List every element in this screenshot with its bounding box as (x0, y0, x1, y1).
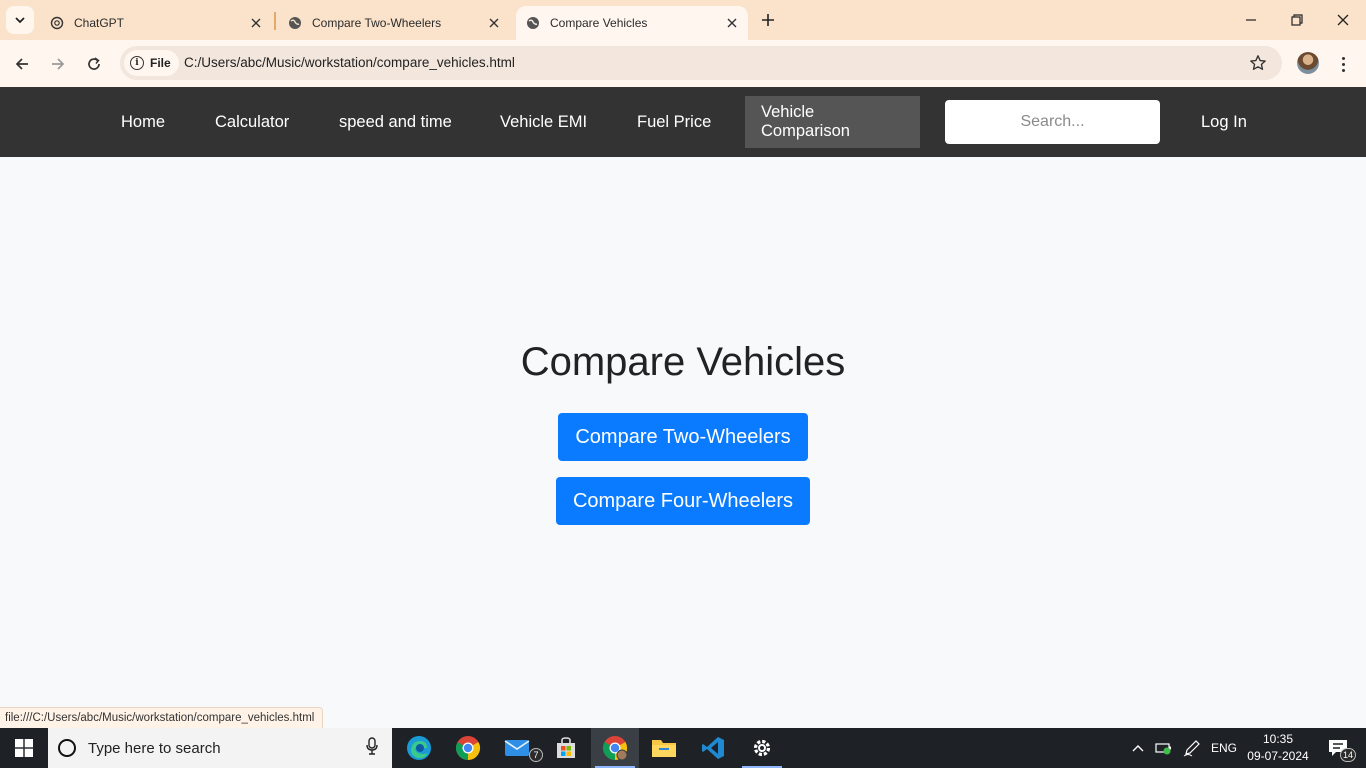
reload-button[interactable] (80, 50, 108, 78)
browser-menu-icon[interactable] (1333, 52, 1353, 76)
arrow-left-icon (15, 58, 28, 70)
nav-home[interactable]: Home (105, 96, 181, 148)
forward-button[interactable] (44, 50, 72, 78)
tab-separator (274, 12, 276, 30)
profile-avatar[interactable] (1297, 52, 1319, 74)
windows-taskbar: Type here to search 7 ENG 10:35 09-07-20… (0, 728, 1366, 768)
url-text[interactable]: C:/Users/abc/Music/workstation/compare_v… (184, 55, 515, 70)
show-hidden-icons-button[interactable] (1128, 728, 1148, 768)
tab-title: Compare Two-Wheelers (312, 16, 442, 30)
taskbar-file-explorer[interactable] (640, 728, 688, 768)
restore-button[interactable] (1274, 0, 1320, 40)
chrome-profile-icon (602, 736, 628, 761)
chatgpt-icon (50, 16, 64, 30)
tab-chatgpt[interactable]: ChatGPT (40, 6, 272, 40)
plus-icon (762, 14, 774, 26)
info-icon: i (130, 56, 144, 70)
start-button[interactable] (0, 728, 48, 768)
browser-toolbar: i File C:/Users/abc/Music/workstation/co… (0, 40, 1366, 87)
bookmark-star-icon[interactable] (1248, 53, 1268, 73)
nav-vehicle-comparison[interactable]: Vehicle Comparison (745, 96, 920, 148)
minimize-icon (1246, 19, 1256, 21)
taskbar-vscode[interactable] (689, 728, 737, 768)
close-window-button[interactable] (1320, 0, 1366, 40)
taskbar-clock[interactable]: 10:35 09-07-2024 (1244, 731, 1312, 765)
clock-date: 09-07-2024 (1247, 749, 1309, 763)
nav-calculator[interactable]: Calculator (199, 96, 305, 148)
globe-icon (288, 16, 302, 30)
browser-tab-strip: ChatGPT Compare Two-Wheelers Compare Veh… (0, 0, 1366, 40)
new-tab-button[interactable] (756, 8, 780, 32)
close-icon[interactable] (722, 13, 742, 33)
input-language-button[interactable]: ENG (1208, 728, 1240, 768)
minimize-button[interactable] (1228, 0, 1274, 40)
restore-icon (1291, 14, 1303, 26)
site-navbar: Home Calculator speed and time Vehicle E… (0, 87, 1366, 157)
tab-title: Compare Vehicles (550, 16, 648, 30)
taskbar-store[interactable] (542, 728, 590, 768)
chip-label: File (150, 56, 171, 70)
nav-speed-and-time[interactable]: speed and time (323, 96, 468, 148)
pen-workspace-button[interactable] (1180, 728, 1204, 768)
address-bar[interactable]: i File C:/Users/abc/Music/workstation/co… (120, 46, 1282, 80)
tab-search-button[interactable] (6, 6, 34, 34)
compare-two-wheelers-button[interactable]: Compare Two-Wheelers (558, 413, 808, 461)
search-input[interactable] (945, 100, 1160, 144)
taskbar-search-box[interactable]: Type here to search (48, 728, 392, 768)
close-icon (1337, 14, 1349, 26)
nav-fuel-price[interactable]: Fuel Price (621, 96, 727, 148)
login-link[interactable]: Log In (1185, 96, 1263, 148)
battery-tray-button[interactable] (1152, 728, 1176, 768)
gear-icon (753, 739, 771, 757)
nav-vehicle-emi[interactable]: Vehicle EMI (484, 96, 603, 148)
action-center-button[interactable]: 14 (1318, 728, 1358, 768)
battery-charging-icon (1155, 743, 1171, 755)
folder-icon (652, 740, 676, 757)
taskbar-edge[interactable] (395, 728, 443, 768)
vscode-icon (702, 737, 724, 759)
tab-title: ChatGPT (74, 16, 125, 30)
taskbar-search-placeholder: Type here to search (88, 739, 221, 757)
page-title: Compare Vehicles (520, 340, 846, 384)
windows-logo-icon (15, 739, 33, 757)
cortana-icon (58, 739, 76, 757)
compare-four-wheelers-button[interactable]: Compare Four-Wheelers (556, 477, 810, 525)
mail-count-badge: 7 (529, 748, 543, 762)
close-icon[interactable] (484, 13, 504, 33)
reload-icon (88, 57, 100, 70)
pen-icon (1183, 740, 1200, 757)
taskbar-chrome-active[interactable] (591, 728, 639, 768)
notification-count-badge: 14 (1339, 748, 1356, 762)
mail-icon (504, 740, 530, 756)
taskbar-settings[interactable] (738, 728, 786, 768)
chrome-icon (455, 736, 481, 760)
close-icon[interactable] (246, 13, 266, 33)
edge-icon (407, 736, 431, 760)
chevron-down-icon (15, 17, 25, 24)
store-icon (557, 737, 575, 758)
site-info-chip[interactable]: i File (124, 50, 179, 76)
link-status-bubble: file:///C:/Users/abc/Music/workstation/c… (0, 707, 324, 728)
globe-icon (526, 16, 540, 30)
tab-compare-vehicles[interactable]: Compare Vehicles (516, 6, 748, 40)
chevron-up-icon (1132, 745, 1144, 752)
clock-time: 10:35 (1262, 732, 1294, 746)
taskbar-mail[interactable]: 7 (493, 728, 543, 768)
arrow-right-icon (52, 58, 65, 70)
back-button[interactable] (8, 50, 36, 78)
microphone-icon[interactable] (366, 736, 378, 760)
tab-compare-two-wheelers[interactable]: Compare Two-Wheelers (278, 6, 510, 40)
taskbar-chrome[interactable] (444, 728, 492, 768)
